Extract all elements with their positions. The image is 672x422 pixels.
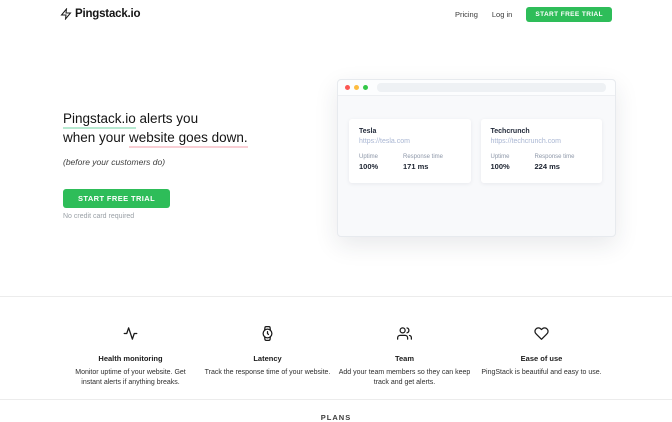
response-time-stat: Response time 224 ms — [535, 154, 575, 171]
hero-cta-row: START FREE TRIAL — [63, 188, 333, 208]
watch-icon — [199, 326, 336, 346]
uptime-value: 100% — [491, 162, 535, 171]
site-name: Tesla — [359, 128, 461, 135]
feature-health-monitoring: Health monitoring Monitor uptime of your… — [62, 326, 199, 388]
uptime-label: Uptime — [491, 154, 535, 160]
monitor-card-tesla: Tesla https://tesla.com Uptime 100% Resp… — [349, 119, 471, 183]
traffic-light-zoom-icon — [363, 85, 368, 90]
header-nav: Pricing Log in START FREE TRIAL — [455, 7, 612, 22]
site-stats: Uptime 100% Response time 224 ms — [491, 154, 593, 171]
heart-icon — [473, 326, 610, 346]
feature-description: Monitor uptime of your website. Get inst… — [62, 368, 199, 388]
plans-section: PLANS — [0, 399, 672, 420]
zap-icon — [60, 8, 72, 20]
uptime-label: Uptime — [359, 154, 403, 160]
hero-section: Pingstack.io alerts you when your websit… — [63, 109, 333, 220]
uptime-value: 100% — [359, 162, 403, 171]
hero-heading-pre: when your — [63, 130, 129, 145]
browser-content: Tesla https://tesla.com Uptime 100% Resp… — [338, 96, 615, 183]
features-section: Health monitoring Monitor uptime of your… — [0, 296, 672, 388]
feature-description: PingStack is beautiful and easy to use. — [473, 368, 610, 378]
feature-title: Team — [336, 354, 473, 363]
uptime-stat: Uptime 100% — [491, 154, 535, 171]
site-url[interactable]: https://techcrunch.com — [491, 138, 593, 145]
hero-highlight-product: Pingstack.io — [63, 111, 136, 129]
response-time-value: 224 ms — [535, 162, 575, 171]
browser-mockup: Tesla https://tesla.com Uptime 100% Resp… — [337, 79, 616, 237]
logo[interactable]: Pingstack.io — [60, 8, 140, 20]
hero-heading-line2: when your website goes down. — [63, 128, 333, 147]
response-time-label: Response time — [403, 154, 443, 160]
site-name: Techcrunch — [491, 128, 593, 135]
header-start-trial-button[interactable]: START FREE TRIAL — [526, 7, 612, 22]
feature-ease-of-use: Ease of use PingStack is beautiful and e… — [473, 326, 610, 388]
users-icon — [336, 326, 473, 346]
traffic-light-close-icon — [345, 85, 350, 90]
response-time-label: Response time — [535, 154, 575, 160]
hero-heading-line1: Pingstack.io alerts you — [63, 109, 333, 128]
browser-titlebar — [338, 80, 615, 96]
hero-start-trial-button[interactable]: START FREE TRIAL — [63, 189, 170, 208]
header: Pingstack.io Pricing Log in START FREE T… — [0, 0, 672, 28]
hero-subtext: (before your customers do) — [63, 157, 333, 167]
plans-section-label: PLANS — [321, 413, 351, 420]
hero-heading: Pingstack.io alerts you when your websit… — [63, 109, 333, 147]
logo-text: Pingstack.io — [75, 8, 140, 20]
uptime-stat: Uptime 100% — [359, 154, 403, 171]
response-time-stat: Response time 171 ms — [403, 154, 443, 171]
feature-team: Team Add your team members so they can k… — [336, 326, 473, 388]
monitor-card-techcrunch: Techcrunch https://techcrunch.com Uptime… — [481, 119, 603, 183]
site-stats: Uptime 100% Response time 171 ms — [359, 154, 461, 171]
site-url[interactable]: https://tesla.com — [359, 138, 461, 145]
feature-description: Track the response time of your website. — [199, 368, 336, 378]
hero-highlight-downtime: website goes down. — [129, 130, 248, 148]
hero-heading-rest: alerts you — [136, 111, 198, 126]
feature-latency: Latency Track the response time of your … — [199, 326, 336, 388]
browser-address-bar — [377, 83, 606, 92]
traffic-light-minimize-icon — [354, 85, 359, 90]
nav-pricing-link[interactable]: Pricing — [455, 10, 478, 19]
hero-cta-note: No credit card required — [63, 213, 333, 220]
feature-title: Latency — [199, 354, 336, 363]
nav-login-link[interactable]: Log in — [492, 10, 512, 19]
activity-icon — [62, 326, 199, 346]
feature-title: Health monitoring — [62, 354, 199, 363]
feature-title: Ease of use — [473, 354, 610, 363]
response-time-value: 171 ms — [403, 162, 443, 171]
feature-description: Add your team members so they can keep t… — [336, 368, 473, 388]
